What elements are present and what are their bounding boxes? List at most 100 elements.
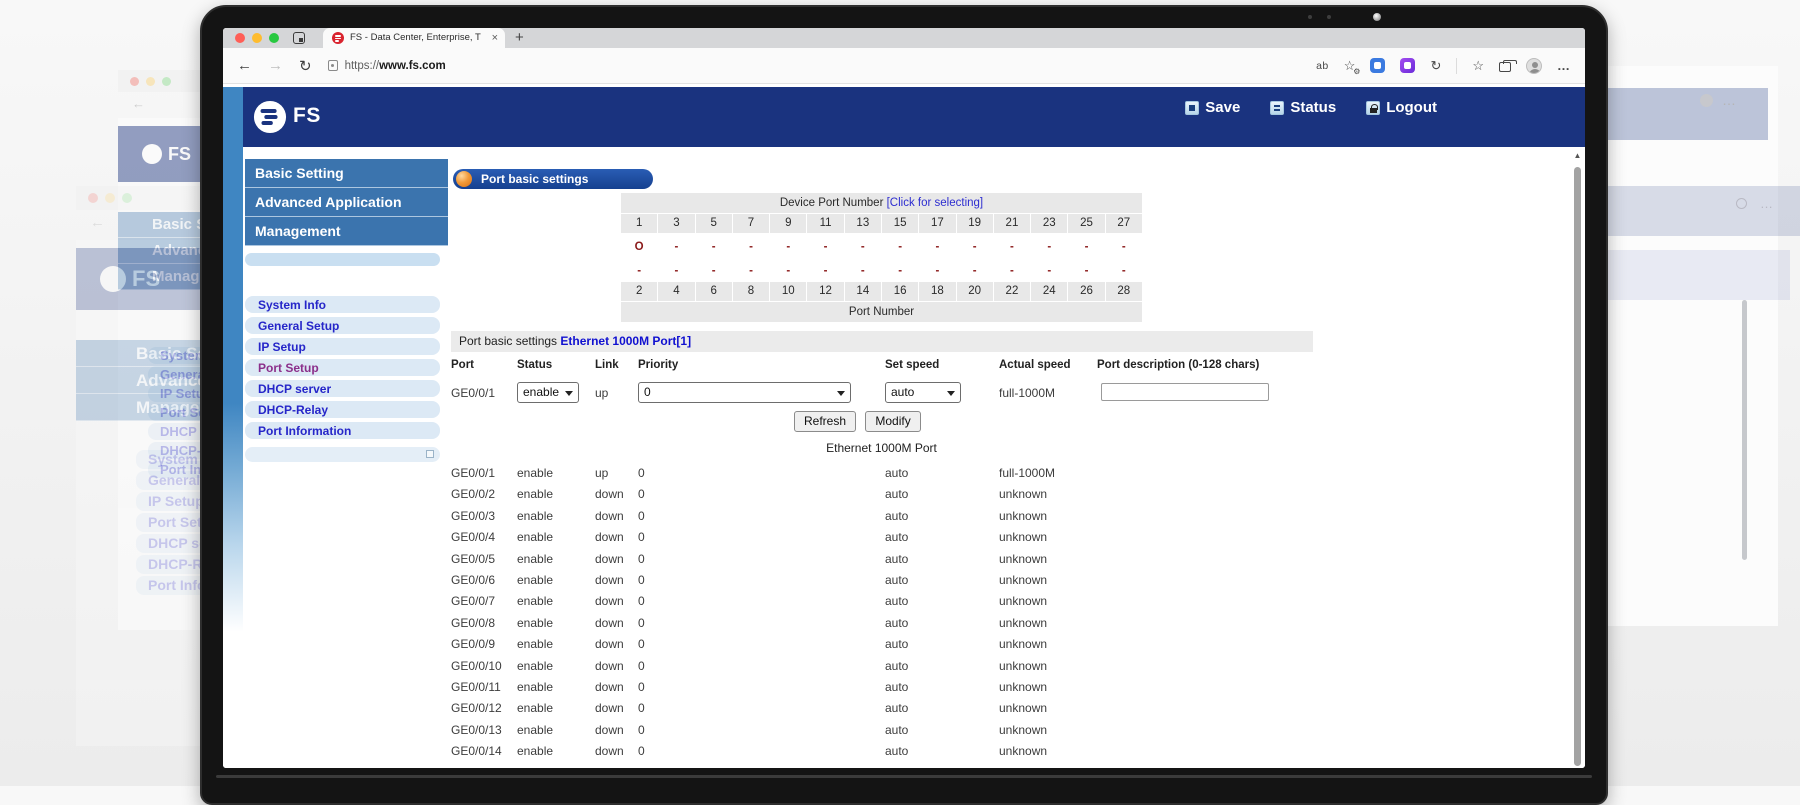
- sidebar-link-dhcp-server[interactable]: DHCP server: [258, 382, 331, 396]
- read-aloud-icon[interactable]: ab: [1316, 60, 1329, 72]
- port-status-cell[interactable]: -: [696, 234, 732, 260]
- port-number-cell[interactable]: 9: [770, 214, 807, 233]
- port-number-cell[interactable]: 8: [732, 282, 770, 301]
- site-info-icon[interactable]: [327, 60, 338, 71]
- address-bar[interactable]: https://www.fs.com: [345, 60, 446, 72]
- port-number-cell[interactable]: 7: [732, 214, 770, 233]
- scrollbar-thumb[interactable]: [1574, 167, 1581, 766]
- port-status-cell[interactable]: -: [994, 234, 1030, 260]
- sidebar-item-dhcp-relay[interactable]: DHCP-Relay: [245, 401, 440, 418]
- port-number-cell[interactable]: 10: [770, 282, 807, 301]
- port-number-cell[interactable]: 3: [658, 214, 695, 233]
- sidebar-link-port-information[interactable]: Port Information: [258, 424, 351, 438]
- extension-blue-icon[interactable]: [1370, 58, 1386, 73]
- port-status-cell[interactable]: -: [845, 234, 881, 260]
- favorites-icon[interactable]: ☆: [1472, 58, 1484, 74]
- port-status-cell[interactable]: -: [882, 261, 918, 281]
- port-number-cell[interactable]: 6: [695, 282, 732, 301]
- tab-overview-icon[interactable]: [293, 32, 305, 44]
- sidebar-item-ip-setup[interactable]: IP Setup: [245, 338, 440, 355]
- window-close-button[interactable]: [235, 33, 245, 43]
- port-number-cell[interactable]: 15: [881, 214, 919, 233]
- reload-icon[interactable]: ↻: [299, 57, 312, 75]
- port-number-cell[interactable]: 25: [1068, 214, 1105, 233]
- port-status-cell[interactable]: -: [733, 234, 769, 260]
- port-number-cell[interactable]: 27: [1105, 214, 1142, 233]
- port-number-cell[interactable]: 19: [956, 214, 993, 233]
- port-status-cell[interactable]: -: [658, 261, 694, 281]
- collapse-box-icon[interactable]: [426, 450, 434, 458]
- settings-menu-icon[interactable]: …: [1557, 58, 1571, 73]
- port-number-cell[interactable]: 21: [993, 214, 1031, 233]
- sidebar-nav-basic-setting[interactable]: Basic Setting: [245, 159, 448, 188]
- sidebar-nav-advanced-application[interactable]: Advanced Application: [245, 188, 448, 217]
- ethernet-port-link[interactable]: Ethernet 1000M Port[1]: [560, 334, 691, 348]
- port-number-cell[interactable]: 4: [658, 282, 695, 301]
- extension-purple-icon[interactable]: [1400, 58, 1416, 73]
- port-status-cell[interactable]: -: [1106, 261, 1142, 281]
- window-zoom-button[interactable]: [269, 33, 279, 43]
- modify-button[interactable]: Modify: [865, 411, 921, 432]
- port-number-cell[interactable]: 17: [919, 214, 956, 233]
- port-number-cell[interactable]: 13: [844, 214, 881, 233]
- port-status-cell[interactable]: O: [621, 234, 657, 260]
- port-status-cell[interactable]: -: [1068, 234, 1104, 260]
- port-status-cell[interactable]: -: [696, 261, 732, 281]
- port-status-cell[interactable]: -: [807, 234, 843, 260]
- sidebar-link-system-info[interactable]: System Info: [258, 298, 326, 312]
- port-status-cell[interactable]: -: [919, 261, 955, 281]
- port-status-cell[interactable]: -: [882, 234, 918, 260]
- port-status-cell[interactable]: -: [658, 234, 694, 260]
- window-minimize-button[interactable]: [252, 33, 262, 43]
- port-status-cell[interactable]: -: [1031, 234, 1067, 260]
- click-for-selecting-link[interactable]: [Click for selecting]: [887, 197, 984, 209]
- port-description-input[interactable]: [1101, 383, 1269, 401]
- port-number-cell[interactable]: 2: [621, 282, 658, 301]
- port-number-cell[interactable]: 23: [1031, 214, 1068, 233]
- refresh-button[interactable]: Refresh: [794, 411, 857, 432]
- sidebar-link-ip-setup[interactable]: IP Setup: [258, 340, 306, 354]
- browser-tab[interactable]: FS - Data Center, Enterprise, T ×: [323, 28, 505, 48]
- scroll-up-icon[interactable]: ▲: [1571, 151, 1584, 160]
- sync-icon[interactable]: ↻: [1430, 58, 1441, 74]
- port-number-cell[interactable]: 20: [956, 282, 993, 301]
- port-status-cell[interactable]: -: [1068, 261, 1104, 281]
- tab-close-icon[interactable]: ×: [492, 28, 498, 48]
- port-number-cell[interactable]: 16: [881, 282, 919, 301]
- port-number-cell[interactable]: 1: [621, 214, 658, 233]
- sidebar-item-dhcp-server[interactable]: DHCP server: [245, 380, 440, 397]
- port-status-cell[interactable]: -: [770, 234, 806, 260]
- sidebar-item-system-info[interactable]: System Info: [245, 296, 440, 313]
- set-speed-select[interactable]: auto: [885, 382, 961, 403]
- port-status-cell[interactable]: -: [807, 261, 843, 281]
- port-number-cell[interactable]: 28: [1105, 282, 1142, 301]
- sidebar-item-port-setup[interactable]: Port Setup: [245, 359, 440, 376]
- profile-avatar[interactable]: [1526, 57, 1542, 74]
- sidebar-item-general-setup[interactable]: General Setup: [245, 317, 440, 334]
- sidebar-link-general-setup[interactable]: General Setup: [258, 319, 339, 333]
- port-number-cell[interactable]: 18: [919, 282, 956, 301]
- port-status-cell[interactable]: -: [733, 261, 769, 281]
- port-status-cell[interactable]: -: [1031, 261, 1067, 281]
- port-number-cell[interactable]: 5: [695, 214, 732, 233]
- port-number-cell[interactable]: 14: [844, 282, 881, 301]
- port-number-cell[interactable]: 11: [807, 214, 844, 233]
- port-status-cell[interactable]: -: [621, 261, 657, 281]
- port-status-cell[interactable]: -: [770, 261, 806, 281]
- port-number-cell[interactable]: 26: [1068, 282, 1105, 301]
- sidebar-link-dhcp-relay[interactable]: DHCP-Relay: [258, 403, 328, 417]
- port-status-cell[interactable]: -: [957, 261, 993, 281]
- port-number-cell[interactable]: 24: [1031, 282, 1068, 301]
- sidebar-link-port-setup[interactable]: Port Setup: [258, 361, 319, 375]
- back-icon[interactable]: ←: [237, 57, 252, 74]
- collections-icon[interactable]: [1499, 60, 1517, 72]
- sidebar-nav-management[interactable]: Management: [245, 217, 448, 246]
- status-select[interactable]: enable: [517, 382, 579, 403]
- favorites-settings-icon[interactable]: ☆ ⚙: [1344, 58, 1361, 76]
- port-number-cell[interactable]: 12: [807, 282, 844, 301]
- port-status-cell[interactable]: -: [957, 234, 993, 260]
- port-status-cell[interactable]: -: [845, 261, 881, 281]
- port-status-cell[interactable]: -: [994, 261, 1030, 281]
- new-tab-button[interactable]: +: [515, 28, 524, 48]
- port-status-cell[interactable]: -: [919, 234, 955, 260]
